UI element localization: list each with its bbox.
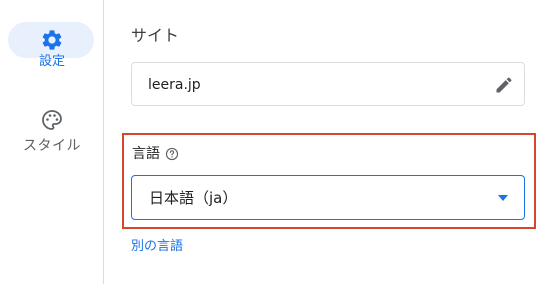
site-heading: サイト (131, 26, 180, 45)
palette-icon (42, 110, 62, 130)
site-field[interactable]: leera.jp (131, 62, 525, 106)
language-label-row: 言語 (132, 144, 179, 164)
gear-icon (42, 30, 62, 50)
nav-item-settings-label: 設定 (38, 54, 65, 69)
site-value: leera.jp (148, 77, 201, 93)
language-select[interactable]: 日本語（ja） (131, 175, 525, 220)
other-language-link[interactable]: 別の言語 (131, 238, 183, 256)
settings-panel: 設定 スタイル サイト leera.jp 言語 日本語（ja） 別の言語 (0, 0, 542, 284)
nav-item-settings[interactable]: 設定 (0, 20, 104, 70)
language-selected-value: 日本語（ja） (149, 189, 238, 207)
language-label: 言語 (132, 146, 160, 162)
side-nav-rail: 設定 スタイル (0, 0, 104, 284)
nav-item-style-label: スタイル (23, 138, 81, 154)
triangle-down-icon (498, 195, 508, 201)
pencil-icon[interactable] (494, 75, 514, 95)
help-circle-icon[interactable] (165, 147, 179, 161)
nav-item-style[interactable]: スタイル (0, 100, 104, 154)
